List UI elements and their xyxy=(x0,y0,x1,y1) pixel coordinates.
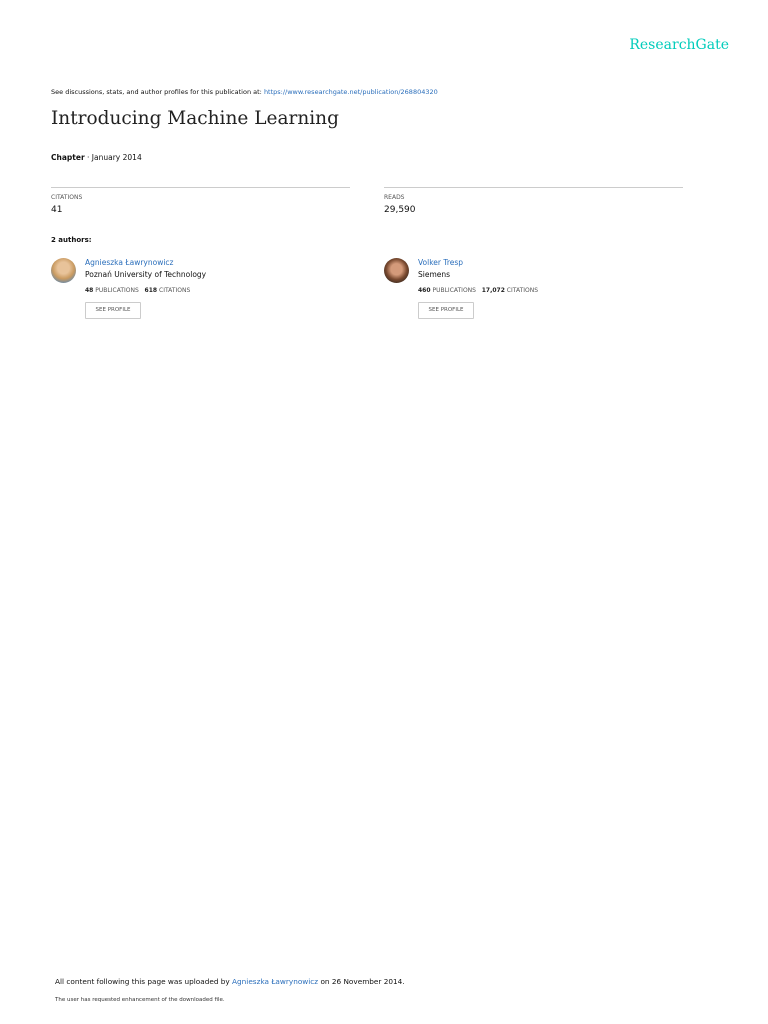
publications-count: 48 xyxy=(85,287,94,294)
reads-count: 29,590 xyxy=(384,205,416,215)
divider xyxy=(51,187,350,188)
citations-count: 41 xyxy=(51,205,63,215)
publications-label: PUBLICATIONS xyxy=(432,287,476,294)
author-citations-count: 618 xyxy=(144,287,158,294)
header-line: See discussions, stats, and author profi… xyxy=(51,88,438,96)
author-name-link[interactable]: Agnieszka Ławrynowicz xyxy=(85,258,173,267)
divider xyxy=(384,187,683,188)
citations-label: CITATIONS xyxy=(51,194,83,201)
author-name-link[interactable]: Volker Tresp xyxy=(418,258,463,267)
upload-note: All content following this page was uplo… xyxy=(55,977,405,986)
page-title: Introducing Machine Learning xyxy=(51,108,339,129)
publication-type: Chapter xyxy=(51,153,85,162)
author-affiliation: Siemens xyxy=(418,270,451,279)
header-prefix: See discussions, stats, and author profi… xyxy=(51,88,264,96)
publication-date: · January 2014 xyxy=(84,153,142,162)
enhancement-note: The user has requested enhancement of th… xyxy=(55,997,225,1003)
author-citations-count: 17,072 xyxy=(481,287,505,294)
authors-label: 2 authors: xyxy=(51,236,92,244)
publications-label: PUBLICATIONS xyxy=(95,287,139,294)
author-stats: 460 PUBLICATIONS 17,072 CITATIONS xyxy=(418,287,538,294)
author-avatar[interactable] xyxy=(51,258,76,283)
reads-label: READS xyxy=(384,194,405,201)
author-citations-label: CITATIONS xyxy=(159,287,191,294)
see-profile-button[interactable]: SEE PROFILE xyxy=(418,302,474,319)
upload-suffix: on 26 November 2014. xyxy=(318,977,405,986)
uploader-link[interactable]: Agnieszka Ławrynowicz xyxy=(232,977,318,986)
author-avatar[interactable] xyxy=(384,258,409,283)
researchgate-logo[interactable]: ResearchGate xyxy=(629,37,729,53)
publication-meta: Chapter · January 2014 xyxy=(51,153,142,162)
publication-link[interactable]: https://www.researchgate.net/publication… xyxy=(264,88,438,96)
see-profile-button[interactable]: SEE PROFILE xyxy=(85,302,141,319)
author-affiliation: Poznań University of Technology xyxy=(85,270,207,279)
author-citations-label: CITATIONS xyxy=(506,287,539,294)
author-stats: 48 PUBLICATIONS 618 CITATIONS xyxy=(85,287,190,294)
publications-count: 460 xyxy=(418,287,431,294)
upload-prefix: All content following this page was uplo… xyxy=(55,977,233,986)
